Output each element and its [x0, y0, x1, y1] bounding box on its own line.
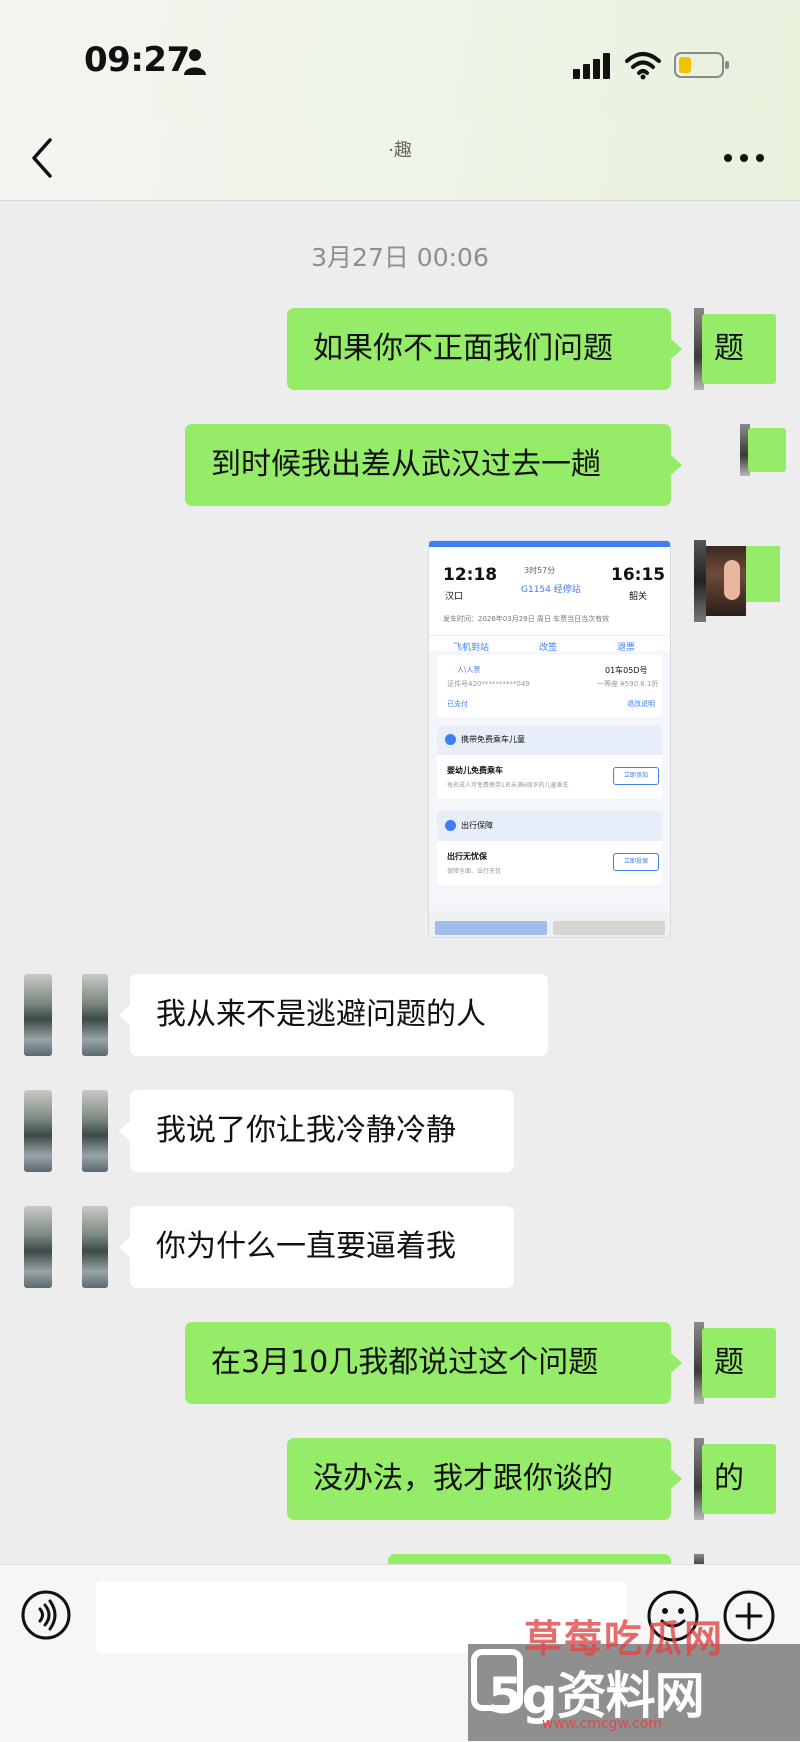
avatar[interactable]: 题: [694, 1322, 776, 1404]
status-time: 09:27: [84, 40, 190, 80]
ticket-insurance-card: 出行保障 出行无忧保 保障全面、出行无忧 立即投保: [437, 811, 662, 885]
message-bubble-incoming[interactable]: 我从来不是逃避问题的人: [119, 974, 548, 1056]
avatar-image: [24, 1090, 52, 1172]
footer-button: [553, 921, 665, 935]
signal-icon: [573, 53, 610, 79]
avatar[interactable]: [24, 1206, 128, 1288]
watermark: 草莓吃瓜网 5g资料网 www.cmcgw.com: [468, 1604, 800, 1741]
message-text: 我说了你让我冷静冷静: [156, 1113, 456, 1148]
avatar-image: [24, 1206, 52, 1288]
avatar-overlay-text: [748, 428, 786, 472]
bubble-tail: [119, 1236, 131, 1258]
card-title: 出行保障: [461, 821, 493, 830]
battery-icon: [674, 52, 729, 78]
avatar-image: [82, 1206, 108, 1288]
bubble-tail: [670, 1352, 682, 1374]
ticket-header: 12:18 3时57分 16:15 汉口 G1154 经停站 韶关 发车时间：2…: [429, 547, 670, 653]
message-bubble-outgoing[interactable]: 到时候我出差从武汉过去一趟: [185, 424, 682, 506]
avatar-overlay: [746, 546, 780, 602]
ticket-action: 改签: [539, 643, 558, 653]
watermark-title: 草莓吃瓜网: [524, 1617, 725, 1661]
message-text: 到时候我出差从武汉过去一趟: [211, 447, 601, 482]
message-bubble-outgoing[interactable]: 没办法，我才跟你谈的: [287, 1438, 682, 1520]
ticket-footer: [429, 911, 670, 937]
to-station: 韶关: [629, 592, 648, 602]
bubble-tail: [670, 454, 682, 476]
avatar-image: [694, 540, 706, 622]
footer-button: [435, 921, 547, 935]
wifi-icon: [625, 52, 661, 80]
avatar-overlay-text: 题: [702, 1328, 776, 1398]
card-button: 立即添加: [613, 767, 659, 785]
card-title: 携带免费乘车儿童: [461, 735, 525, 744]
message-text: 在3月10几我都说过这个问题: [211, 1345, 599, 1380]
avatar[interactable]: 的: [694, 1438, 776, 1520]
child-icon: [445, 734, 456, 745]
chat-header: ·趣: [0, 118, 800, 201]
message-bubble-incoming[interactable]: 你为什么一直要逼着我: [119, 1206, 514, 1288]
trip-duration: 3时57分: [524, 566, 556, 575]
bubble-tail: [670, 1468, 682, 1490]
person-icon: [184, 49, 206, 75]
change-note: 退改说明: [627, 700, 655, 708]
bubble-tail: [119, 1004, 131, 1026]
chat-title: ·趣: [388, 140, 412, 161]
bubble-tail: [670, 338, 682, 360]
message-bubble-outgoing[interactable]: 如果你不正面我们问题: [287, 308, 682, 390]
more-dots-icon[interactable]: [722, 146, 766, 170]
message-text: 你为什么一直要逼着我: [156, 1229, 456, 1264]
ticket-child-card: 携带免费乘车儿童 婴幼儿免费乘车 每名成人可免费携带1名未满6周岁的儿童乘车 立…: [437, 725, 662, 799]
ticket-price: 一等座 ¥590.6.1折: [597, 680, 659, 688]
message-bubble-outgoing[interactable]: 在3月10几我都说过这个问题: [185, 1322, 682, 1404]
bubble-tail: [119, 1120, 131, 1142]
train-number: G1154 经停站: [521, 585, 581, 595]
message-text: 我从来不是逃避问题的人: [156, 997, 486, 1032]
depart-time: 12:18: [443, 565, 498, 585]
avatar-overlay-text: 的: [702, 1444, 776, 1514]
seat-number: 01车05D号: [605, 666, 648, 675]
id-number: 证件号420**********049: [447, 680, 530, 688]
avatar-photo-detail: [724, 560, 740, 600]
avatar-overlay-text: 题: [702, 314, 776, 384]
ticket-action: 退票: [617, 643, 636, 653]
message-text: 如果你不正面我们问题: [313, 331, 613, 366]
avatar[interactable]: 题: [694, 308, 776, 390]
avatar-image: [82, 974, 108, 1056]
watermark-url: www.cmcgw.com: [542, 1716, 662, 1732]
card-main: 婴幼儿免费乘车: [447, 766, 503, 775]
chat-timestamp: 3月27日 00:06: [311, 243, 489, 272]
card-main: 出行无忧保: [447, 852, 487, 861]
paid-status: 已支付: [447, 700, 468, 708]
shield-icon: [445, 820, 456, 831]
card-button: 立即投保: [613, 853, 659, 871]
avatar-image: [24, 974, 52, 1056]
depart-info: 发车时间：2026年03月29日 周日 车票当日当次有效: [443, 615, 610, 623]
card-sub: 保障全面、出行无忧: [447, 868, 502, 875]
ticket-seat-box: 人\人票 01车05D号 证件号420**********049 一等座 ¥59…: [437, 655, 662, 717]
ticket-type: 人\人票: [457, 666, 481, 674]
avatar[interactable]: [694, 540, 786, 622]
from-station: 汉口: [445, 592, 464, 602]
chevron-left-icon[interactable]: [28, 136, 58, 180]
message-bubble-incoming[interactable]: 我说了你让我冷静冷静: [119, 1090, 514, 1172]
message-text: 没办法，我才跟你谈的: [313, 1461, 613, 1496]
card-sub: 每名成人可免费携带1名未满6周岁的儿童乘车: [447, 782, 569, 789]
avatar[interactable]: [24, 1090, 128, 1172]
arrive-time: 16:15: [611, 565, 666, 585]
avatar[interactable]: [740, 424, 786, 476]
status-bar: 09:27: [0, 0, 800, 118]
avatar[interactable]: [24, 974, 128, 1056]
avatar-image: [82, 1090, 108, 1172]
voice-icon[interactable]: [20, 1589, 72, 1641]
ticket-action: 飞机到站: [453, 643, 490, 653]
ticket-screenshot-image[interactable]: 12:18 3时57分 16:15 汉口 G1154 经停站 韶关 发车时间：2…: [428, 540, 671, 938]
